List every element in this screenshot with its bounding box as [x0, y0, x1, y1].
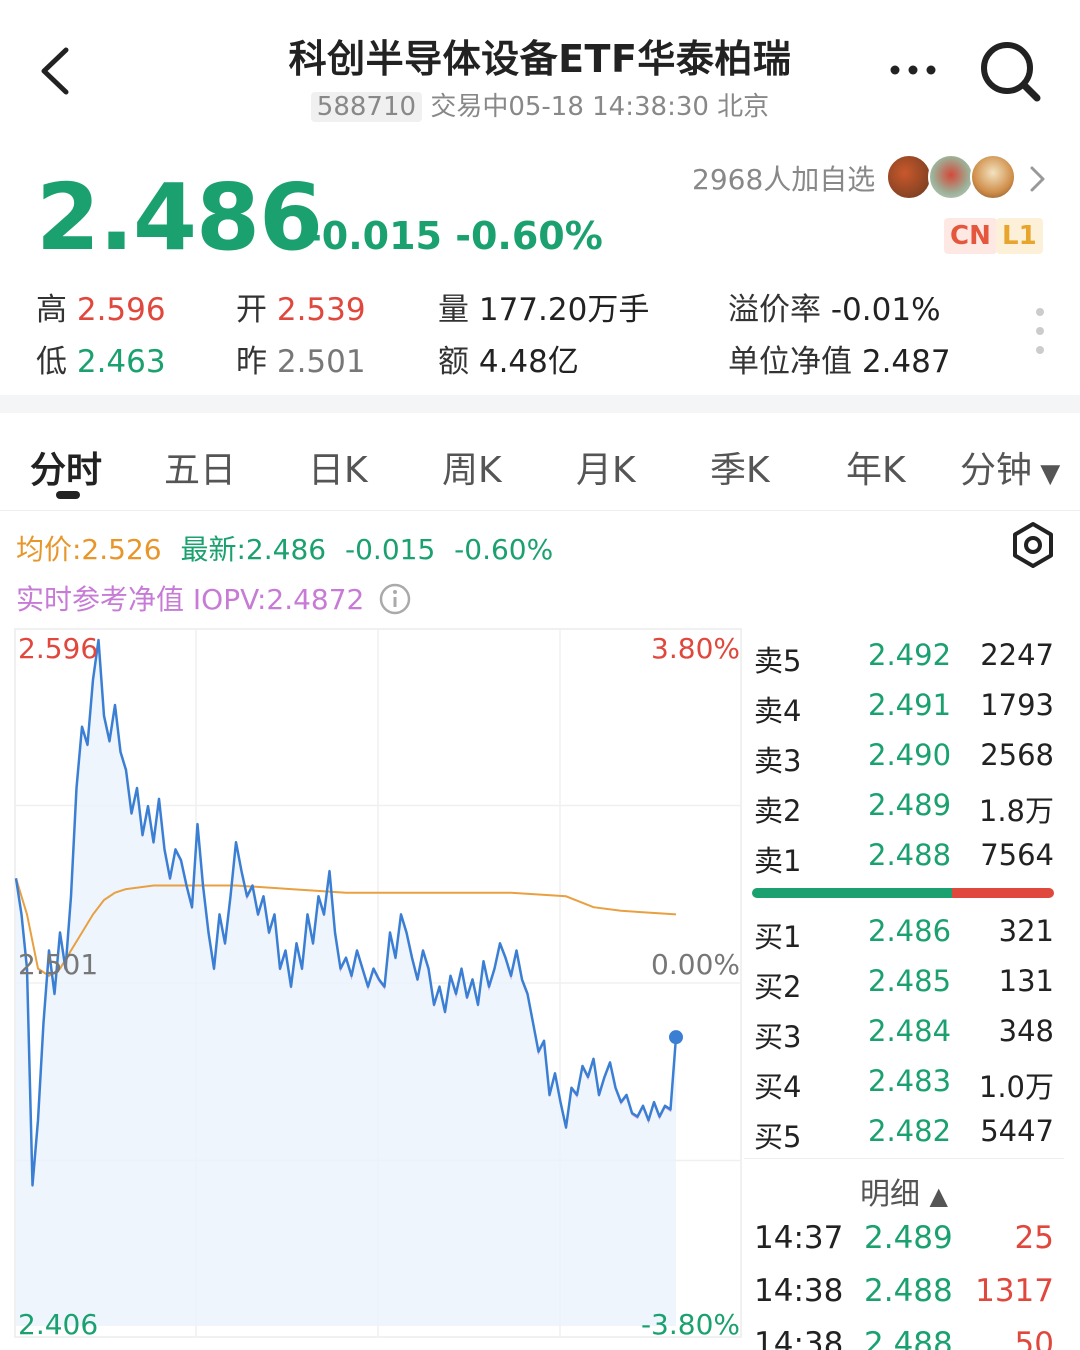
bid-row[interactable]: 买3 2.484 348: [744, 1006, 1064, 1056]
tab-monthly-k[interactable]: 月K: [576, 441, 636, 493]
tab-minute-label: 分钟: [960, 450, 1033, 491]
ask-row[interactable]: 卖3 2.490 2568: [744, 730, 1064, 780]
vertical-dots-icon: [1036, 308, 1044, 354]
stat-open: 开 2.539: [236, 292, 366, 328]
tab-quarterly-k[interactable]: 季K: [710, 441, 770, 493]
ask-row[interactable]: 卖1 2.488 7564: [744, 830, 1064, 880]
tab-minute[interactable]: 分钟 ▼: [960, 441, 1060, 493]
ask-ratio-fill: [952, 888, 1054, 898]
latest-change: -0.015: [345, 533, 436, 566]
iopv-value: 实时参考净值 IOPV:2.4872: [16, 583, 365, 616]
stat-high: 高 2.596: [36, 292, 166, 328]
trade-row: 14:38 2.488 50: [754, 1326, 1054, 1350]
watchers-count[interactable]: 2968人加自选: [692, 158, 875, 198]
quote-panel: 2.486 -0.015 -0.60% 2968人加自选 CN L1 高 2.5…: [0, 140, 1080, 395]
trade-status: 交易中05-18 14:38:30 北京: [430, 92, 770, 122]
latest-price: 最新:2.486: [180, 533, 327, 566]
tab-weekly-k[interactable]: 周K: [442, 441, 502, 493]
latest-change-pct: -0.60%: [454, 533, 554, 566]
trade-row: 14:37 2.489 25: [754, 1220, 1054, 1256]
ask-row[interactable]: 卖5 2.492 2247: [744, 630, 1064, 680]
stat-volume: 量 177.20万手: [438, 292, 650, 328]
level-badge-l1: L1: [996, 218, 1043, 254]
bid-row[interactable]: 买1 2.486 321: [744, 906, 1064, 956]
avatar: [886, 154, 932, 200]
settings-icon: [1013, 522, 1053, 568]
active-tab-indicator: [56, 491, 80, 499]
ask-row[interactable]: 卖4 2.491 1793: [744, 680, 1064, 730]
iopv-line: 实时参考净值 IOPV:2.4872: [16, 578, 411, 622]
section-divider: [0, 395, 1080, 413]
price-change: -0.015 -0.60%: [306, 214, 603, 258]
expand-stats-button[interactable]: [1032, 306, 1048, 356]
caret-up-icon: ▲: [929, 1182, 948, 1210]
tab-five-day[interactable]: 五日: [164, 441, 236, 493]
trade-row: 14:38 2.488 1317: [754, 1273, 1054, 1309]
avatar: [970, 154, 1016, 200]
intraday-chart[interactable]: 2.596 2.501 2.406 3.80% 0.00% -3.80%: [14, 628, 742, 1341]
y-label-high: 2.596: [18, 632, 99, 665]
avatar: [928, 154, 974, 200]
change-value: -0.015: [306, 214, 442, 258]
chevron-right-icon: [1030, 166, 1045, 192]
ask-row[interactable]: 卖2 2.489 1.8万: [744, 780, 1064, 830]
chart-settings-button[interactable]: [1008, 520, 1058, 570]
bid-ask-ratio-bar: [752, 888, 1054, 898]
watchers-chevron[interactable]: [1024, 162, 1050, 196]
search-button[interactable]: [975, 36, 1045, 106]
page-subtitle: 588710 交易中05-18 14:38:30 北京: [200, 86, 880, 123]
chevron-left-icon: [41, 47, 69, 95]
trade-detail-toggle[interactable]: 明细 ▲: [744, 1158, 1064, 1213]
tab-daily-k[interactable]: 日K: [308, 441, 368, 493]
chart-tabs: 分时 五日 日K 周K 月K 季K 年K 分钟 ▼: [0, 413, 1080, 511]
market-badge-cn: CN: [944, 218, 997, 254]
stat-premium: 溢价率 -0.01%: [728, 292, 941, 328]
header: 科创半导体设备ETF华泰柏瑞 588710 交易中05-18 14:38:30 …: [0, 0, 1080, 140]
latest-price-dot: [669, 1030, 683, 1045]
chart-canvas: [14, 628, 742, 1338]
bid-row[interactable]: 买2 2.485 131: [744, 956, 1064, 1006]
order-book: 卖5 2.492 2247 卖4 2.491 1793 卖3 2.490 256…: [744, 630, 1064, 1350]
caret-down-icon: ▼: [1032, 459, 1061, 489]
y-label-pct-low: -3.80%: [640, 1308, 740, 1341]
bid-ratio-fill: [752, 888, 952, 898]
more-button[interactable]: [885, 50, 945, 90]
y-label-mid: 2.501: [18, 948, 99, 981]
search-icon: [981, 42, 1041, 102]
y-label-pct-mid: 0.00%: [651, 948, 740, 981]
fund-code: 588710: [310, 92, 423, 122]
stat-prev-close: 昨 2.501: [236, 344, 366, 380]
stat-amount: 额 4.48亿: [438, 344, 579, 380]
back-button[interactable]: [30, 36, 90, 106]
watcher-avatars[interactable]: [886, 154, 1016, 200]
page-title: 科创半导体设备ETF华泰柏瑞: [288, 37, 792, 81]
bid-row[interactable]: 买5 2.482 5447: [744, 1106, 1064, 1156]
tab-yearly-k[interactable]: 年K: [846, 441, 906, 493]
more-icon: [890, 65, 936, 75]
detail-label: 明细: [859, 1177, 920, 1212]
y-label-low: 2.406: [18, 1308, 99, 1341]
tab-intraday[interactable]: 分时: [30, 441, 102, 493]
chart-legend: 均价:2.526 最新:2.486 -0.015 -0.60%: [16, 528, 553, 568]
change-percent: -0.60%: [455, 214, 603, 258]
stat-low: 低 2.463: [36, 344, 166, 380]
avg-price: 均价:2.526: [16, 533, 162, 566]
current-price: 2.486: [36, 164, 323, 271]
bid-row[interactable]: 买4 2.483 1.0万: [744, 1056, 1064, 1106]
y-label-pct-high: 3.80%: [651, 632, 740, 665]
info-icon[interactable]: [379, 583, 411, 622]
stat-nav: 单位净值 2.487: [728, 344, 951, 380]
